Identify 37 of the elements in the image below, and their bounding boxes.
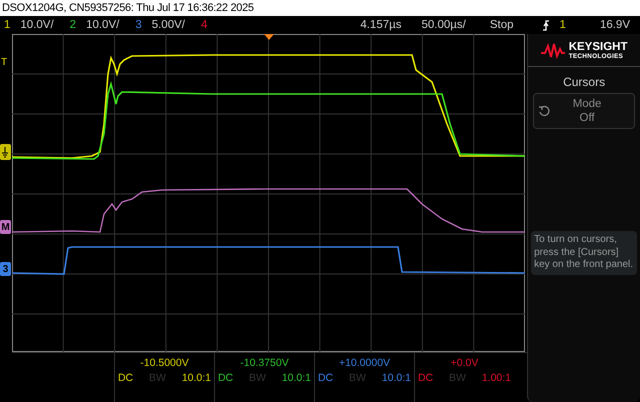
run-state: Stop xyxy=(490,19,514,31)
channel-number[interactable]: 1 xyxy=(4,19,10,31)
probe-ratio: 10.0:1 xyxy=(382,372,412,384)
channel-scale: 10.0V/ xyxy=(20,19,54,31)
probe-ratio: 1.00:1 xyxy=(482,372,512,384)
channel-scale: 10.0V/ xyxy=(86,19,120,31)
channel-coupling: DC xyxy=(118,372,134,384)
trigger-position-icon xyxy=(264,34,274,40)
menu-title: Cursors xyxy=(563,75,606,89)
channel-scale: 5.00V/ xyxy=(152,19,185,31)
trigger-marker[interactable]: T xyxy=(0,56,8,68)
rotate-icon xyxy=(538,105,550,117)
trigger-level: 16.9V xyxy=(600,19,630,31)
channel-offset: -10.3750V xyxy=(240,357,289,369)
mode-softkey[interactable]: Mode Off xyxy=(533,93,636,129)
channel-coupling: DC xyxy=(218,372,234,384)
math-marker[interactable]: M xyxy=(0,220,11,234)
trigger-source: 1 xyxy=(560,19,566,31)
channel-coupling: DC xyxy=(418,372,434,384)
channel-coupling: DC xyxy=(318,372,334,384)
window-title: DSOX1204G, CN59357256: Thu Jul 17 16:36:22 2025 xyxy=(0,0,640,16)
channel-marker[interactable]: 3 xyxy=(0,262,11,276)
channel-number[interactable]: 4 xyxy=(200,19,208,31)
channel-number[interactable]: 3 xyxy=(135,19,142,31)
ground-marker-icon[interactable] xyxy=(0,144,12,160)
channel-offset: +10.0000V xyxy=(338,357,390,369)
timebase: 50.00µs/ xyxy=(422,19,466,31)
channel-number[interactable]: 2 xyxy=(70,19,76,31)
trigger-edge-icon xyxy=(542,20,550,30)
time-delay: 4.157µs xyxy=(360,19,402,31)
help-message: To turn on cursors, press the [Cursors] key on the front panel. xyxy=(531,231,638,274)
waveform-logo-icon xyxy=(540,43,565,59)
probe-ratio: 10.0:1 xyxy=(182,372,212,384)
brand-name: KEYSIGHT xyxy=(568,42,628,54)
channel-offset: -10.5000V xyxy=(140,357,189,369)
channel-offset: +0.0V xyxy=(450,357,478,369)
probe-ratio: 10.0:1 xyxy=(282,372,312,384)
